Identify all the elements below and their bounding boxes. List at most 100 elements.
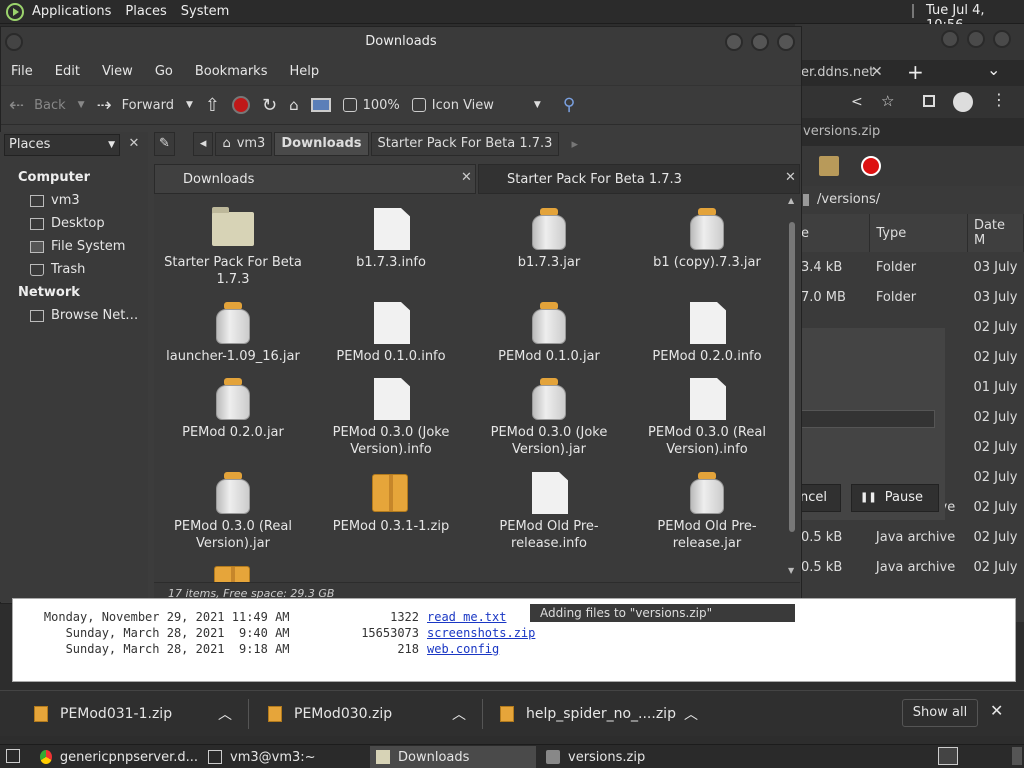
pane-left-header[interactable]: Downloads ✕: [154, 164, 476, 194]
breadcrumb-back-icon[interactable]: ◂: [192, 132, 214, 156]
taskbar-item-browser[interactable]: genericpnpserver.d...: [34, 746, 198, 768]
close-icon[interactable]: [993, 30, 1011, 48]
browser-tab-label[interactable]: er.ddns.net: [801, 65, 874, 80]
gnome-logo-icon[interactable]: [6, 2, 24, 21]
column-size[interactable]: e: [795, 214, 871, 252]
minimize-icon[interactable]: [941, 30, 959, 48]
maximize-icon[interactable]: [967, 30, 985, 48]
bookmark-star-icon[interactable]: ☆: [881, 92, 894, 110]
pause-button[interactable]: ❚❚ Pause: [851, 484, 939, 512]
file-item[interactable]: b1.7.3.info: [312, 204, 470, 271]
archive-path[interactable]: /versions/: [817, 186, 880, 214]
computer-icon[interactable]: [310, 98, 331, 112]
file-item[interactable]: launcher-1.09_16.jar: [154, 298, 312, 365]
breadcrumb-downloads[interactable]: Downloads: [274, 132, 369, 156]
reload-icon[interactable]: ↻: [262, 95, 277, 116]
zoom-out-icon[interactable]: [342, 98, 357, 112]
sidebar-item-filesystem[interactable]: File System: [30, 235, 148, 258]
view-mode-select[interactable]: Icon View: [432, 98, 494, 113]
back-button[interactable]: Back: [34, 98, 66, 113]
workspace-switcher-icon[interactable]: [938, 747, 958, 765]
stop-icon[interactable]: [231, 96, 250, 114]
menu-help[interactable]: Help: [289, 64, 319, 79]
show-desktop-icon[interactable]: [6, 749, 20, 763]
table-row[interactable]: 7.0 MB Folder 03 July: [795, 282, 1024, 312]
zoom-level[interactable]: 100%: [363, 98, 400, 113]
file-item[interactable]: Starter Pack For Beta 1.7.3: [154, 204, 312, 288]
chevron-up-icon[interactable]: ︿: [218, 704, 232, 724]
pane-close-icon[interactable]: ✕: [785, 170, 796, 185]
forward-history-icon[interactable]: ▼: [186, 100, 193, 110]
download-item[interactable]: PEMod030.zip ︿: [268, 691, 466, 737]
file-item[interactable]: PEMod 0.3.0 (Joke Version).info: [312, 374, 470, 458]
archive-extract-icon[interactable]: [819, 156, 839, 176]
table-row[interactable]: 0.5 kB Java archive 02 July: [795, 552, 1024, 582]
zip-icon[interactable]: [214, 566, 250, 582]
sidebar-item-trash[interactable]: Trash: [30, 258, 148, 281]
column-type[interactable]: Type: [869, 214, 968, 252]
table-row[interactable]: 3.4 kB Folder 03 July: [795, 252, 1024, 282]
scrollbar[interactable]: ▲ ▼: [786, 196, 798, 592]
stop-icon[interactable]: [861, 156, 881, 176]
pane-close-icon[interactable]: ✕: [461, 170, 472, 185]
listing-link[interactable]: web.config: [427, 641, 499, 657]
breadcrumb-forward-icon[interactable]: ▸: [571, 137, 578, 152]
up-icon[interactable]: ⇧: [205, 95, 220, 116]
file-item[interactable]: PEMod 0.2.0.jar: [154, 374, 312, 441]
search-icon[interactable]: ⚲: [563, 95, 575, 115]
trash-applet-icon[interactable]: [1012, 747, 1022, 765]
file-item[interactable]: b1 (copy).7.3.jar: [628, 204, 786, 271]
zoom-in-icon[interactable]: [411, 98, 426, 112]
sidebar-icon[interactable]: [923, 95, 935, 107]
maximize-icon[interactable]: [751, 33, 769, 51]
profile-avatar-icon[interactable]: [953, 92, 973, 112]
file-item[interactable]: PEMod Old Pre-release.jar: [628, 468, 786, 552]
download-item[interactable]: PEMod031-1.zip ︿: [34, 691, 232, 737]
share-icon[interactable]: <: [851, 94, 863, 110]
pane-right-header[interactable]: Starter Pack For Beta 1.7.3 ✕: [478, 164, 800, 194]
sidebar-item-desktop[interactable]: Desktop: [30, 212, 148, 235]
forward-button[interactable]: Forward: [122, 98, 174, 113]
tab-search-icon[interactable]: ⌄: [987, 60, 1000, 79]
browser-menu-icon[interactable]: ⋮: [991, 90, 1007, 109]
column-date[interactable]: Date M: [967, 214, 1024, 252]
breadcrumb-starter-pack[interactable]: Starter Pack For Beta 1.7.3: [370, 132, 560, 156]
file-item[interactable]: PEMod 0.3.0 (Joke Version).jar: [470, 374, 628, 458]
sidebar-close-icon[interactable]: ✕: [124, 134, 144, 154]
menu-file[interactable]: File: [11, 64, 33, 79]
minimize-icon[interactable]: [725, 33, 743, 51]
window-menu-icon[interactable]: [5, 33, 23, 51]
chevron-up-icon[interactable]: ︿: [452, 704, 466, 724]
menu-bookmarks[interactable]: Bookmarks: [195, 64, 268, 79]
sidebar-item-browse-network[interactable]: Browse Net…: [30, 304, 148, 327]
menu-view[interactable]: View: [102, 64, 133, 79]
show-all-button[interactable]: Show all: [902, 699, 978, 727]
new-tab-icon[interactable]: +: [907, 60, 924, 84]
file-item[interactable]: PEMod 0.3.0 (Real Version).info: [628, 374, 786, 458]
file-item[interactable]: PEMod 0.3.0 (Real Version).jar: [154, 468, 312, 552]
menu-system[interactable]: System: [181, 4, 229, 19]
menu-go[interactable]: Go: [155, 64, 173, 79]
sidebar-item-vm3[interactable]: vm3: [30, 189, 148, 212]
file-item[interactable]: PEMod Old Pre-release.info: [470, 468, 628, 552]
close-download-bar-icon[interactable]: ✕: [990, 701, 1003, 720]
file-item[interactable]: PEMod 0.2.0.info: [628, 298, 786, 365]
view-mode-dropdown-icon[interactable]: ▼: [534, 100, 541, 110]
download-item[interactable]: help_spider_no_....zip ︿: [500, 691, 698, 737]
back-history-icon[interactable]: ▼: [78, 100, 85, 110]
tab-close-icon[interactable]: ✕: [871, 64, 883, 80]
back-arrow-icon[interactable]: ⇠: [9, 95, 24, 116]
edit-location-icon[interactable]: ✎: [154, 132, 175, 156]
table-row[interactable]: 0.5 kB Java archive 02 July: [795, 522, 1024, 552]
scrollbar-thumb[interactable]: [789, 222, 795, 532]
home-icon[interactable]: ⌂: [289, 96, 299, 114]
taskbar-item-archive[interactable]: versions.zip: [540, 746, 706, 768]
close-icon[interactable]: [777, 33, 795, 51]
menu-places[interactable]: Places: [125, 4, 166, 19]
menu-applications[interactable]: Applications: [32, 4, 111, 19]
listing-link[interactable]: read me.txt: [427, 609, 506, 625]
scroll-down-icon[interactable]: ▼: [788, 566, 794, 575]
sidebar-select[interactable]: Places ▼: [4, 134, 120, 156]
breadcrumb-vm3[interactable]: ⌂ vm3: [215, 132, 273, 156]
file-item[interactable]: PEMod 0.3.1-1.zip: [312, 468, 470, 535]
